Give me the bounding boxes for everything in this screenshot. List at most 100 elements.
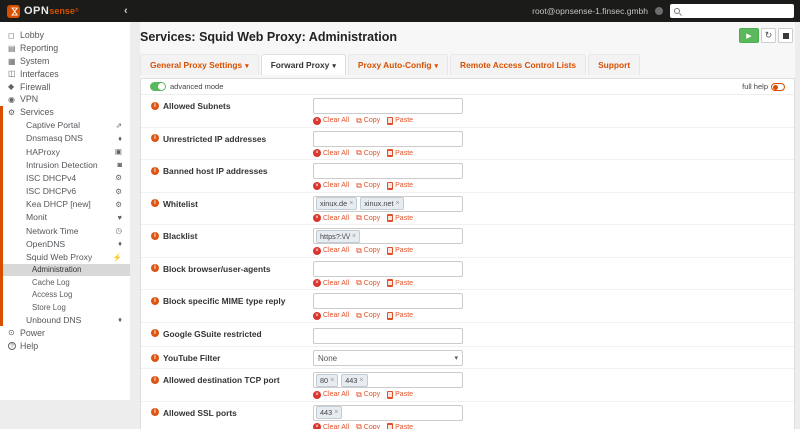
clear-all-link[interactable]: × Clear All (313, 214, 349, 222)
paste-link[interactable]: Paste (387, 214, 413, 222)
remove-tag-icon[interactable]: × (349, 200, 353, 207)
copy-link[interactable]: ⧉ Copy (356, 390, 380, 399)
sidebar-item-captive-portal[interactable]: Captive Portal ⇗ (3, 119, 130, 132)
service-restart-button[interactable]: ↻ (761, 28, 776, 43)
sidebar-item-squid-web-proxy[interactable]: Squid Web Proxy ⚡ (3, 250, 130, 263)
info-icon[interactable]: i (151, 134, 159, 142)
sidebar-item-network-time[interactable]: Network Time ◷ (3, 224, 130, 237)
tab-remote-access-control-lists[interactable]: Remote Access Control Lists (450, 54, 587, 75)
sidebar-item-help[interactable]: ? Help (0, 339, 130, 352)
paste-link[interactable]: Paste (387, 181, 413, 190)
sidebar-item-interfaces[interactable]: ◫ Interfaces (0, 67, 130, 80)
allowed-subnets-token-input[interactable] (313, 98, 463, 114)
search-input[interactable] (683, 6, 790, 16)
sidebar-item-isc-dhcpv4[interactable]: ISC DHCPv4 ⚙ (3, 171, 130, 184)
sidebar-item-dnsmasq-dns[interactable]: Dnsmasq DNS ♦ (3, 132, 130, 145)
sidebar-item-services[interactable]: ⚙ Services (3, 106, 130, 119)
clear-all-link[interactable]: × Clear All (313, 390, 349, 399)
opnsense-logo[interactable]: ⋈ OPN sense ® (0, 4, 118, 18)
tab-proxy-auto-config[interactable]: Proxy Auto-Config ▾ (347, 54, 449, 75)
service-stop-button[interactable] (778, 28, 793, 43)
paste-link[interactable]: Paste (387, 311, 413, 320)
clear-all-link[interactable]: × Clear All (313, 246, 349, 255)
sidebar-item-intrusion-detection[interactable]: Intrusion Detection ◙ (3, 158, 130, 171)
sidebar-item-monit[interactable]: Monit ♥ (3, 211, 130, 224)
remove-tag-icon[interactable]: × (359, 377, 363, 384)
tab-forward-proxy[interactable]: Forward Proxy ▾ (260, 54, 346, 75)
paste-link[interactable]: Paste (387, 149, 413, 157)
logged-in-user: root@opnsense-1.finsec.gmbh (532, 6, 648, 16)
copy-link[interactable]: ⧉ Copy (356, 181, 380, 190)
user-menu-icon[interactable] (655, 7, 663, 15)
copy-link[interactable]: ⧉ Copy (356, 279, 380, 287)
sidebar-item-lobby[interactable]: ◻ Lobby (0, 29, 130, 42)
tag-pill-text: 80 (320, 375, 329, 385)
sidebar-item-kea-dhcp-new[interactable]: Kea DHCP [new] ⚙ (3, 198, 130, 211)
sidebar-item-haproxy[interactable]: HAProxy ▣ (3, 145, 130, 158)
sidebar-item-system[interactable]: ▦ System (0, 55, 130, 68)
allowed-ssl-ports-token-input[interactable]: 443 × (313, 404, 463, 421)
service-start-button[interactable]: ▶ (739, 28, 759, 43)
copy-link[interactable]: ⧉ Copy (356, 116, 380, 125)
clear-all-link[interactable]: × Clear All (313, 423, 349, 429)
full-help-control[interactable]: full help (742, 82, 785, 91)
info-icon[interactable]: i (151, 375, 159, 384)
remove-tag-icon[interactable]: × (396, 200, 400, 207)
form-row-block-browser-user-agents: i Block browser/user-agents × Clear All ⧉ Cop… (141, 256, 794, 290)
sidebar-item-unbound-dns[interactable]: Unbound DNS ♦ (3, 313, 130, 326)
paste-link[interactable]: Paste (387, 116, 413, 125)
sidebar-item-power[interactable]: ⊙ Power (0, 326, 130, 339)
clear-all-link[interactable]: × Clear All (313, 181, 349, 190)
paste-link[interactable]: Paste (387, 279, 413, 287)
banned-host-ip-addresses-token-input[interactable] (313, 163, 463, 179)
sidebar-item-access-log[interactable]: Access Log (3, 288, 130, 300)
clear-all-link[interactable]: × Clear All (313, 311, 349, 320)
info-icon[interactable]: i (151, 231, 159, 240)
copy-link[interactable]: ⧉ Copy (356, 311, 380, 320)
vpn-icon: ◉ (8, 94, 15, 104)
sidebar-item-store-log[interactable]: Store Log (3, 301, 130, 313)
sidebar-item-reporting[interactable]: ▤ Reporting (0, 42, 130, 55)
youtube-filter-select[interactable]: None ▾ (313, 350, 463, 366)
paste-link[interactable]: Paste (387, 423, 413, 429)
copy-link[interactable]: ⧉ Copy (356, 423, 380, 429)
sidebar-item-cache-log[interactable]: Cache Log (3, 276, 130, 288)
info-icon[interactable]: i (151, 353, 159, 362)
tab-support[interactable]: Support (588, 54, 641, 75)
info-icon[interactable]: i (151, 296, 159, 305)
info-icon[interactable]: i (151, 101, 159, 110)
paste-link[interactable]: Paste (387, 390, 413, 399)
global-search[interactable] (670, 4, 794, 18)
info-icon[interactable]: i (151, 166, 159, 175)
info-icon[interactable]: i (151, 264, 159, 272)
clear-all-link[interactable]: × Clear All (313, 116, 349, 125)
remove-tag-icon[interactable]: × (352, 233, 356, 240)
bolt-icon: ⚡ (112, 252, 122, 262)
remove-tag-icon[interactable]: × (330, 377, 334, 384)
info-icon[interactable]: i (151, 329, 159, 337)
sidebar-item-firewall[interactable]: ◆ Firewall (0, 80, 130, 93)
blacklist-token-input[interactable]: https?:\/\/× (313, 228, 463, 244)
sidebar-collapse-icon[interactable]: ‹ (124, 5, 128, 17)
block-specific-mime-type-reply-token-input[interactable] (313, 293, 463, 309)
remove-tag-icon[interactable]: × (334, 409, 338, 416)
info-icon[interactable]: i (151, 408, 159, 416)
clear-all-link[interactable]: × Clear All (313, 149, 349, 157)
sidebar-item-vpn[interactable]: ◉ VPN (0, 93, 130, 106)
copy-link[interactable]: ⧉ Copy (356, 149, 380, 157)
allowed-destination-tcp-port-token-input[interactable]: 80 × 443 × (313, 372, 463, 388)
whitelist-token-input[interactable]: xinux.de × xinux.net × (313, 195, 463, 212)
advanced-mode-toggle[interactable] (150, 82, 166, 91)
sidebar-item-isc-dhcpv6[interactable]: ISC DHCPv6 ⚙ (3, 185, 130, 198)
sidebar-item-opendns[interactable]: OpenDNS ♦ (3, 237, 130, 250)
block-browser-user-agents-token-input[interactable] (313, 260, 463, 277)
google-gsuite-restricted-input[interactable] (313, 328, 463, 344)
tab-general-proxy-settings[interactable]: General Proxy Settings ▾ (140, 54, 259, 75)
copy-link[interactable]: ⧉ Copy (356, 214, 380, 222)
info-icon[interactable]: i (151, 199, 159, 207)
sidebar-item-administration[interactable]: Administration (3, 263, 130, 277)
unrestricted-ip-addresses-token-input[interactable] (313, 130, 463, 147)
paste-link[interactable]: Paste (387, 246, 413, 255)
clear-all-link[interactable]: × Clear All (313, 279, 349, 287)
copy-link[interactable]: ⧉ Copy (356, 246, 380, 255)
